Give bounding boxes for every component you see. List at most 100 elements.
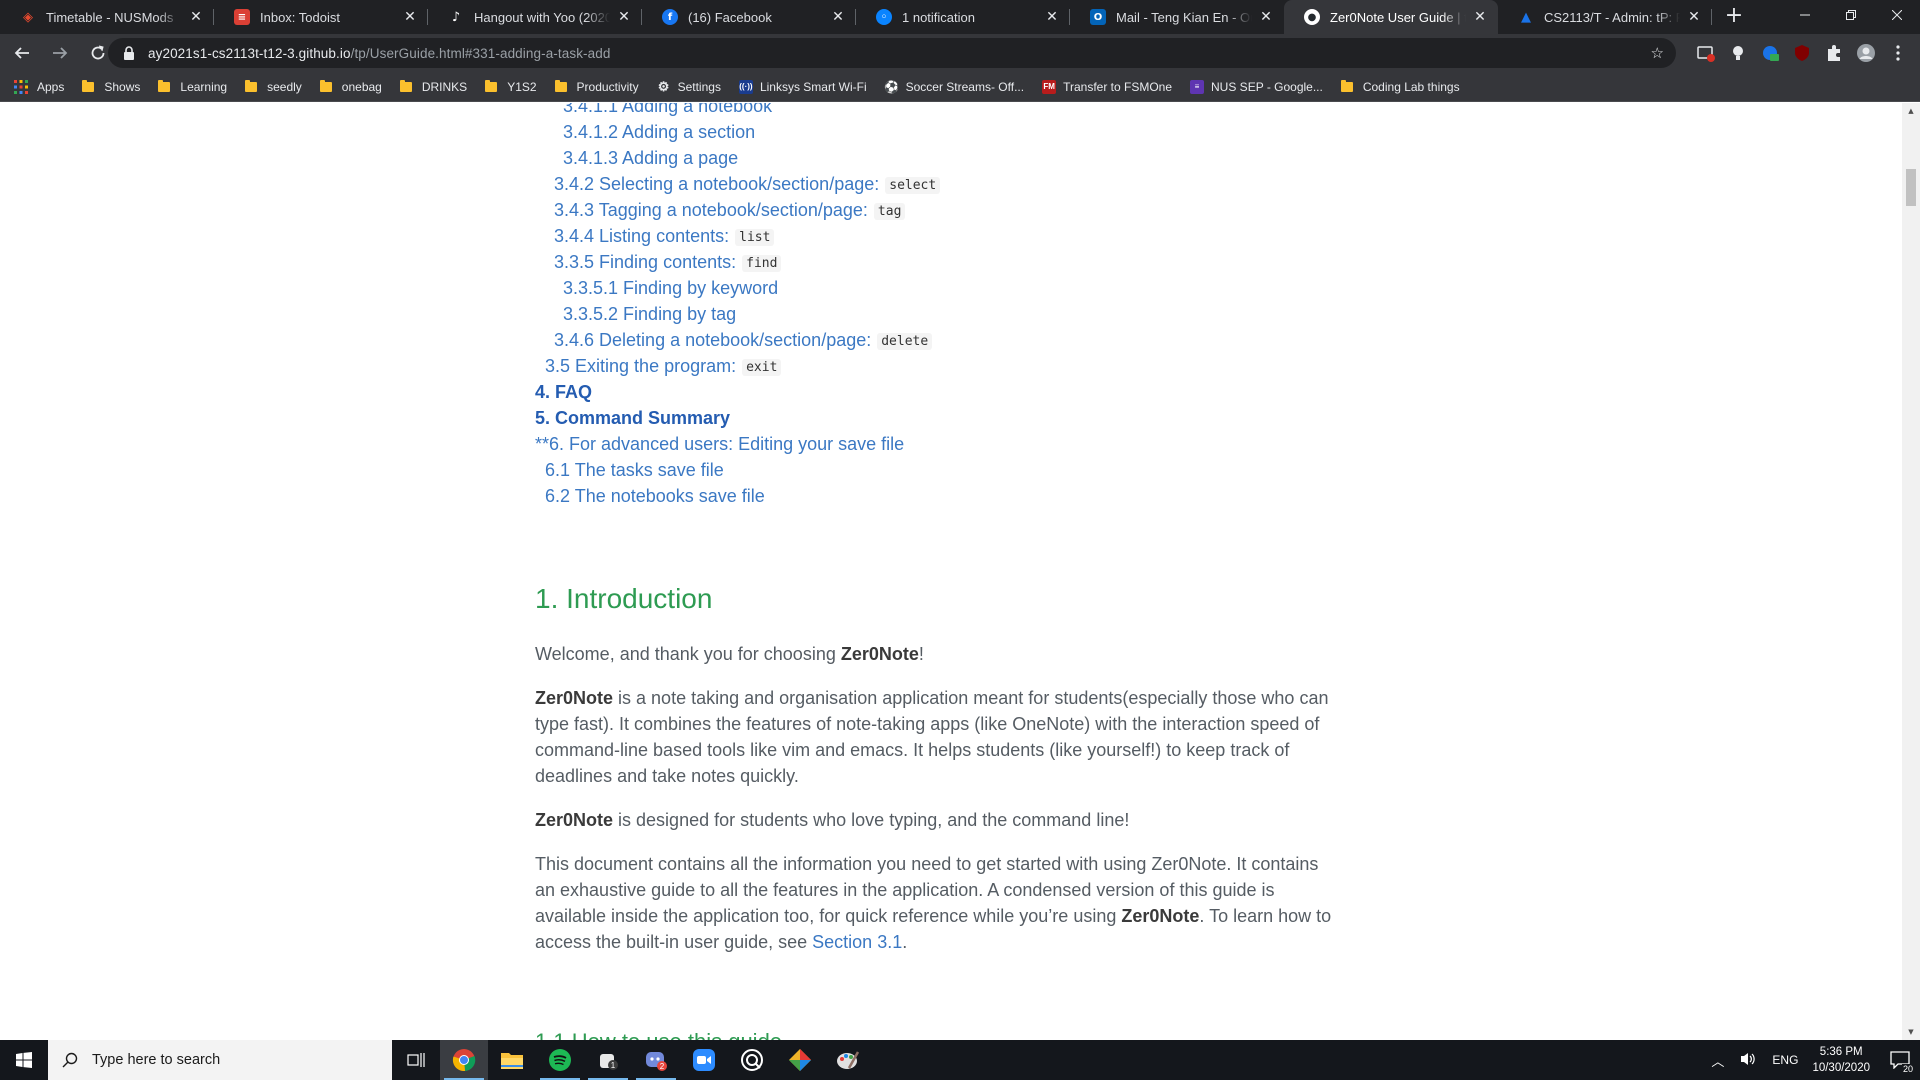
bookmark-settings[interactable]: ⚙ Settings (657, 79, 721, 94)
close-window-button[interactable] (1874, 0, 1920, 30)
toc-link[interactable]: 3.4.1.2 Adding a section (563, 119, 755, 145)
close-icon[interactable]: ✕ (402, 9, 418, 25)
tab-cs2113[interactable]: ▲ CS2113/T - Admin: tP: Practi ✕ (1498, 0, 1712, 34)
paragraph-line: Zer0Note is a note taking and organisati… (535, 685, 1365, 711)
taskbar-zoom[interactable] (680, 1040, 728, 1080)
bookmark-apps[interactable]: Apps (14, 79, 64, 94)
taskbar-search-box[interactable]: Type here to search (48, 1040, 392, 1080)
browser-menu-icon[interactable] (1888, 43, 1908, 63)
back-arrow-icon (14, 47, 29, 59)
taskbar-chrome[interactable] (440, 1040, 488, 1080)
close-icon[interactable]: ✕ (830, 9, 846, 25)
bookmark-linksys[interactable]: ((·)) Linksys Smart Wi-Fi (738, 79, 867, 94)
toc-link[interactable]: 3.4.4 Listing contents: list (554, 223, 775, 251)
tab-todoist[interactable]: ≡ Inbox: Todoist ✕ (214, 0, 428, 34)
bookmark-folder-seedly[interactable]: seedly (245, 79, 302, 94)
task-view-button[interactable] (392, 1040, 440, 1080)
page-content: 3.4.1.1 Adding a notebook 3.4.1.2 Adding… (0, 103, 1902, 1040)
bookmark-folder-coding-lab[interactable]: Coding Lab things (1340, 79, 1460, 94)
tab-outlook[interactable]: O Mail - Teng Kian En - Outloo ✕ (1070, 0, 1284, 34)
bookmark-star-icon[interactable]: ☆ (1651, 44, 1664, 62)
svg-text:1: 1 (611, 1061, 616, 1070)
toc-link[interactable]: 3.3.5 Finding contents: find (554, 249, 782, 277)
toc-link[interactable]: **6. For advanced users: Editing your sa… (535, 431, 904, 457)
page-scrollbar[interactable]: ▲ ▼ (1902, 103, 1920, 1040)
taskbar-git[interactable] (776, 1040, 824, 1080)
toc-link[interactable]: 6.2 The notebooks save file (545, 483, 765, 509)
volume-icon[interactable] (1740, 1051, 1756, 1070)
extensions-puzzle-icon[interactable] (1824, 43, 1844, 63)
taskbar-clock[interactable]: 5:36 PM 10/30/2020 (1812, 1044, 1870, 1076)
command-code: tag (873, 203, 906, 220)
profile-avatar-icon[interactable] (1856, 43, 1876, 63)
toc-link-faq[interactable]: 4. FAQ (535, 379, 592, 405)
section-3-1-link[interactable]: Section 3.1 (812, 932, 902, 952)
toc-link[interactable]: 3.4.2 Selecting a notebook/section/page:… (554, 171, 941, 199)
lightbulb-extension-icon[interactable] (1728, 43, 1748, 63)
close-icon[interactable]: ✕ (188, 9, 204, 25)
toc-link-text: 3.5 Exiting the program: (545, 356, 737, 376)
close-icon[interactable]: ✕ (1472, 9, 1488, 25)
input-language[interactable]: ENG (1772, 1053, 1798, 1067)
minimize-button[interactable] (1782, 0, 1828, 30)
bookmark-soccer-streams[interactable]: ⚽ Soccer Streams- Off... (884, 80, 1024, 94)
start-button[interactable] (0, 1040, 48, 1080)
bookmark-folder-learning[interactable]: Learning (158, 79, 227, 94)
toc-link[interactable]: 6.1 The tasks save file (545, 457, 724, 483)
restore-button[interactable] (1828, 0, 1874, 30)
toc-link[interactable]: 3.4.6 Deleting a notebook/section/page: d… (554, 327, 933, 355)
toc-link[interactable]: 3.3.5.2 Finding by tag (563, 301, 736, 327)
tab-messenger[interactable]: ◦ 1 notification ✕ (856, 0, 1070, 34)
action-center-button[interactable]: 20 (1880, 1040, 1920, 1080)
bookmark-nus-sep[interactable]: ≡ NUS SEP - Google... (1190, 79, 1323, 94)
scroll-up-arrow-icon[interactable]: ▲ (1907, 107, 1915, 115)
toc-link[interactable]: 3.4.1.1 Adding a notebook (563, 103, 772, 119)
bookmark-folder-productivity[interactable]: Productivity (554, 79, 639, 94)
close-icon[interactable]: ✕ (1258, 9, 1274, 25)
address-bar[interactable]: ay2021s1-cs2113t-t12-3.github.io/tp/User… (108, 38, 1676, 68)
toc-link-command-summary[interactable]: 5. Command Summary (535, 405, 730, 431)
intro-paragraph-description: Zer0Note is a note taking and organisati… (535, 685, 1365, 789)
bookmark-label: Linksys Smart Wi-Fi (759, 79, 867, 94)
scrollbar-thumb[interactable] (1906, 169, 1916, 206)
text: is a note taking and organisation applic… (613, 688, 1329, 708)
paragraph-line: This document contains all the informati… (535, 854, 1319, 874)
back-button[interactable] (6, 37, 38, 69)
grammar-extension-icon[interactable] (1760, 43, 1780, 63)
toc-link[interactable]: 3.5 Exiting the program: exit (545, 353, 782, 381)
toc-link[interactable]: 3.3.5.1 Finding by keyword (563, 275, 778, 301)
tab-hangout[interactable]: ♪ Hangout with Yoo (2020) (E ✕ (428, 0, 642, 34)
bookmark-label: seedly (267, 79, 302, 94)
chevron-up-icon[interactable]: ︿ (1711, 1051, 1724, 1070)
bookmark-folder-y1s2[interactable]: Y1S2 (485, 79, 537, 94)
scroll-down-arrow-icon[interactable]: ▼ (1907, 1028, 1915, 1036)
intro-paragraph-audience: Zer0Note is designed for students who lo… (535, 807, 1365, 833)
bookmark-folder-shows[interactable]: Shows (82, 79, 140, 94)
ublock-icon[interactable] (1792, 43, 1812, 63)
bookmark-folder-drinks[interactable]: DRINKS (399, 79, 467, 94)
cast-extension-icon[interactable] (1696, 43, 1716, 63)
bookmarks-bar: Apps Shows Learning seedly onebag DRINKS… (0, 72, 1920, 102)
bookmark-fsmone[interactable]: FM Transfer to FSMOne (1042, 79, 1173, 94)
bookmark-folder-onebag[interactable]: onebag (319, 79, 382, 94)
taskbar-discord[interactable]: 2 (632, 1040, 680, 1080)
toc-link[interactable]: 3.4.3 Tagging a notebook/section/page: ta… (554, 197, 906, 225)
minimize-icon (1800, 14, 1810, 16)
file-explorer-icon (501, 1053, 523, 1069)
taskbar-spotify[interactable] (536, 1040, 584, 1080)
tab-facebook[interactable]: f (16) Facebook ✕ (642, 0, 856, 34)
taskbar-search-app[interactable] (728, 1040, 776, 1080)
taskbar-paint[interactable] (824, 1040, 872, 1080)
close-icon[interactable]: ✕ (616, 9, 632, 25)
tab-zer0note-guide[interactable]: ● Zer0Note User Guide | tp ✕ (1284, 0, 1498, 34)
toc-link[interactable]: 3.4.1.3 Adding a page (563, 145, 738, 171)
bookmark-label: Coding Lab things (1362, 79, 1460, 94)
taskbar-notification-app[interactable]: 1 (584, 1040, 632, 1080)
close-icon[interactable]: ✕ (1686, 9, 1702, 25)
close-icon[interactable]: ✕ (1044, 9, 1060, 25)
tab-nusmods[interactable]: ◈ Timetable - NUSMods ✕ (0, 0, 214, 34)
forward-button[interactable] (44, 37, 76, 69)
taskbar-file-explorer[interactable] (488, 1040, 536, 1080)
bookmark-label: Transfer to FSMOne (1063, 79, 1173, 94)
new-tab-button[interactable]: + (1720, 3, 1748, 31)
